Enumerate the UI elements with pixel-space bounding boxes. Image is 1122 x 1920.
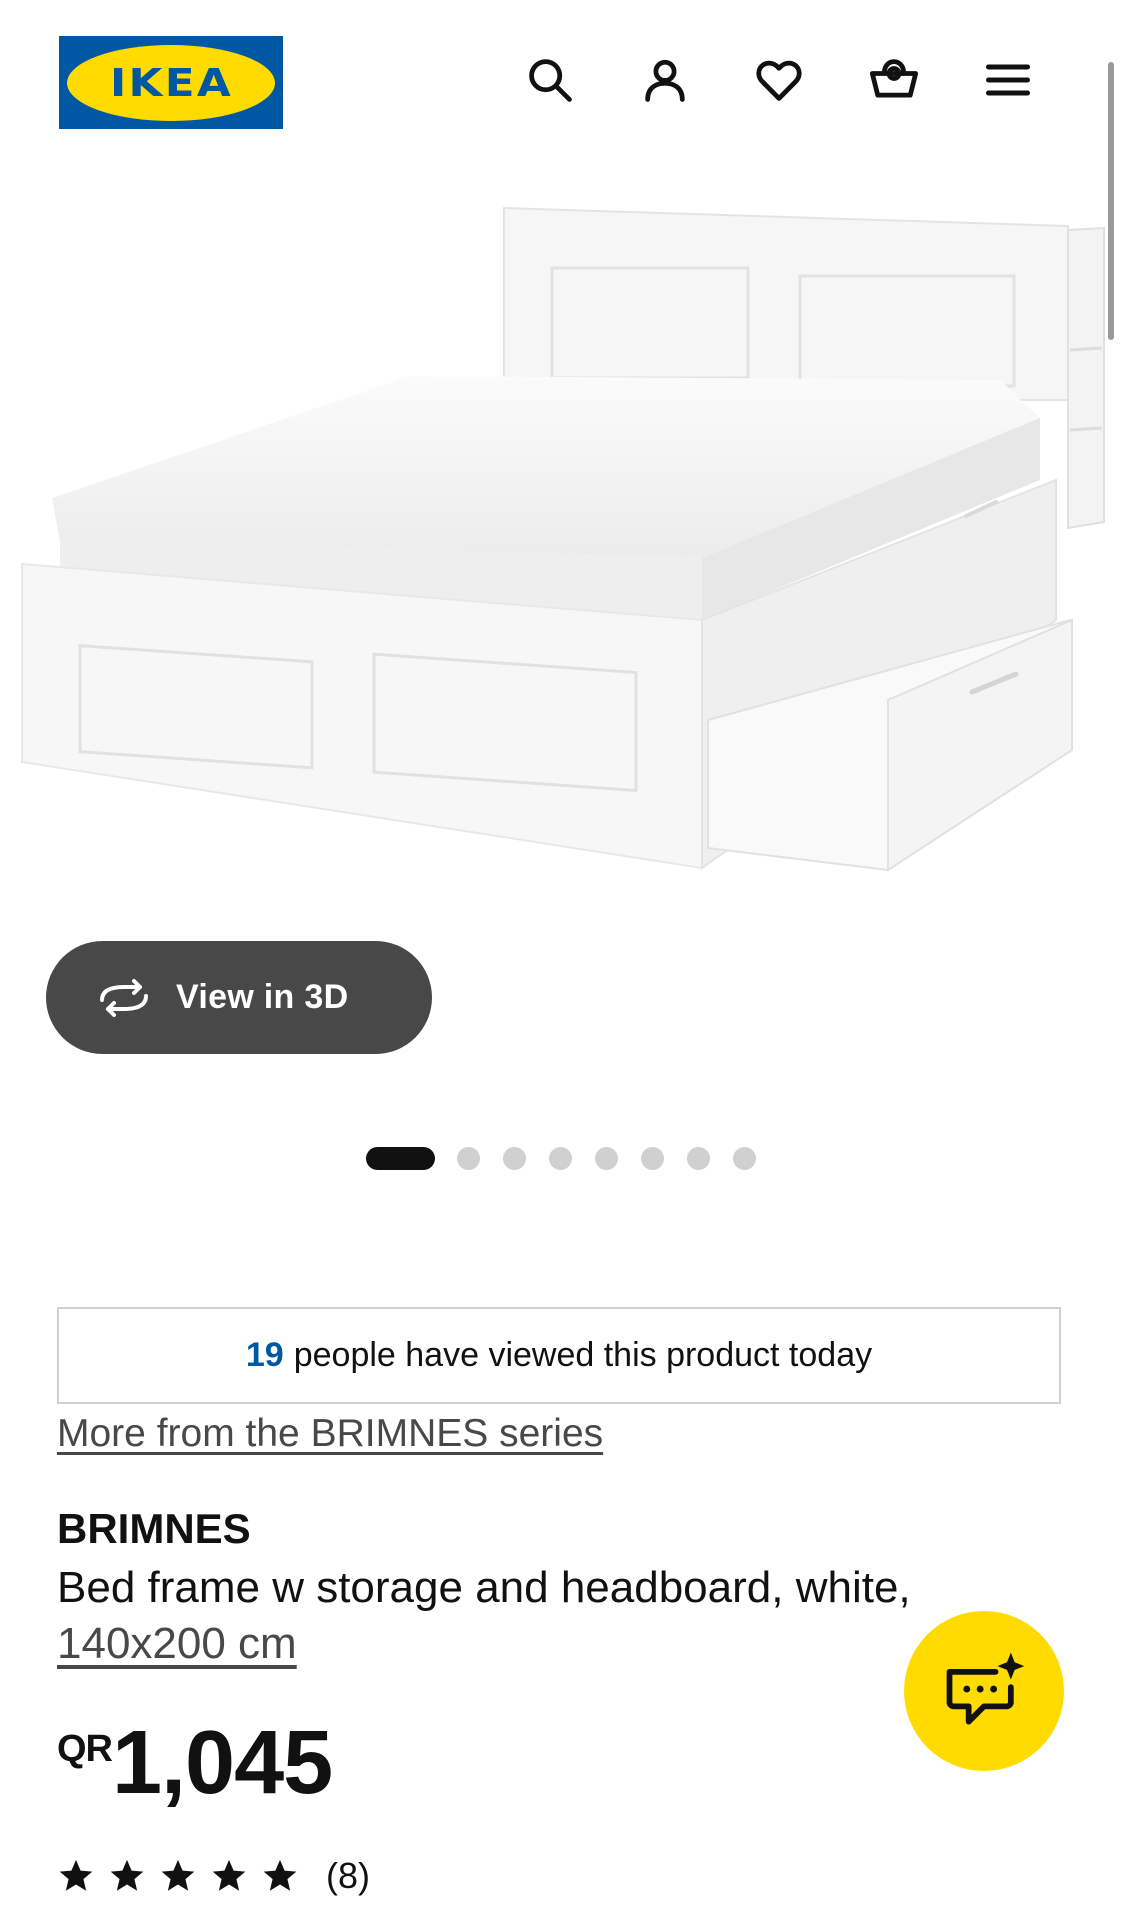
product-rating[interactable]: (8) <box>57 1855 370 1897</box>
chat-assistant-button[interactable] <box>904 1611 1064 1771</box>
viewed-today-banner: 19 people have viewed this product today <box>57 1307 1061 1404</box>
carousel-dot[interactable] <box>595 1146 618 1170</box>
chat-sparkle-icon <box>946 1652 1025 1725</box>
product-description: Bed frame w storage and headboard, white… <box>57 1563 911 1612</box>
price-currency: QR <box>57 1728 113 1770</box>
account-icon[interactable] <box>637 52 693 108</box>
star-icon <box>110 1859 144 1891</box>
carousel-dot[interactable] <box>733 1146 756 1170</box>
product-size-link[interactable]: 140x200 cm <box>57 1619 297 1669</box>
heart-icon[interactable] <box>751 52 807 108</box>
viewed-text: people have viewed this product today <box>293 1336 873 1374</box>
price-amount: 1,045 <box>112 1713 333 1813</box>
star-icon <box>212 1859 246 1891</box>
rotate-3d-icon <box>94 978 154 1018</box>
carousel-dot[interactable] <box>641 1146 664 1170</box>
carousel-dot[interactable] <box>687 1146 710 1170</box>
logo-text: IKEA <box>109 60 233 105</box>
search-icon[interactable] <box>522 52 578 108</box>
basket-icon[interactable] <box>866 52 922 108</box>
carousel-dot[interactable] <box>457 1146 480 1170</box>
product-name: BRIMNES <box>57 1505 251 1552</box>
star-icon <box>59 1859 93 1891</box>
review-count: (8) <box>326 1855 370 1896</box>
view-in-3d-label: View in 3D <box>176 978 349 1016</box>
image-carousel-dots <box>366 1146 779 1170</box>
ikea-logo[interactable]: IKEA <box>59 36 283 129</box>
carousel-dot[interactable] <box>503 1146 526 1170</box>
carousel-dot-active[interactable] <box>366 1146 435 1170</box>
star-icon <box>263 1859 297 1891</box>
menu-icon[interactable] <box>980 52 1036 108</box>
viewed-count: 19 <box>245 1336 284 1374</box>
series-link[interactable]: More from the BRIMNES series <box>57 1412 603 1456</box>
view-in-3d-button[interactable]: View in 3D <box>46 941 432 1054</box>
product-image[interactable] <box>0 180 1122 960</box>
carousel-dot[interactable] <box>549 1146 572 1170</box>
product-price: QR 1,045 <box>57 1713 333 1813</box>
star-icon <box>161 1859 195 1891</box>
